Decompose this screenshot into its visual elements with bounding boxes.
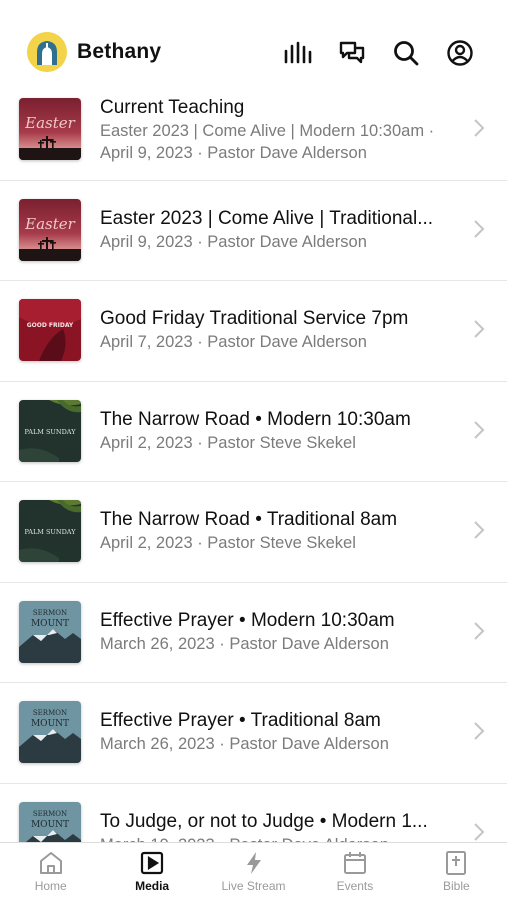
app-header: Bethany	[0, 0, 507, 92]
chevron-right-icon	[473, 721, 485, 746]
bars-icon[interactable]	[279, 34, 317, 72]
item-subtitle: April 7, 2023 · Pastor Dave Alderson	[100, 333, 367, 351]
thumb-sermon-top-text: SERMON	[33, 709, 67, 717]
chevron-right-icon	[473, 420, 485, 445]
thumb-goodfriday-text: GOOD FRIDAY	[27, 322, 74, 329]
thumb-sermon-bottom-text: MOUNT	[31, 719, 69, 729]
tab-label: Live Stream	[221, 879, 286, 893]
brand[interactable]: Bethany	[27, 32, 161, 72]
list-item[interactable]: PALM SUNDAY The Narrow Road • Traditiona…	[0, 482, 507, 583]
item-title: Good Friday Traditional Service 7pm	[100, 308, 409, 329]
chevron-right-icon	[473, 621, 485, 646]
chevron-right-icon	[473, 520, 485, 545]
calendar-icon	[343, 852, 366, 874]
list-item[interactable]: SERMON MOUNT Effective Prayer • Modern 1…	[0, 583, 507, 683]
profile-icon[interactable]	[441, 34, 479, 72]
tab-label: Home	[34, 879, 67, 893]
tab-bible[interactable]: Bible	[406, 843, 507, 900]
item-title: The Narrow Road • Traditional 8am	[100, 509, 398, 530]
item-title: The Narrow Road • Modern 10:30am	[100, 408, 411, 430]
chevron-right-icon	[473, 118, 485, 143]
item-subtitle: March 19, 2023 · Pastor Dave Alderson	[100, 834, 460, 843]
item-title: Current Teaching	[100, 97, 245, 118]
item-subtitle: March 26, 2023 · Pastor Dave Alderson	[100, 634, 389, 653]
bottom-tab-bar: Home Media Live Stream Events Bible	[0, 842, 507, 900]
church-logo	[27, 32, 67, 72]
thumb-sermon-top-text: SERMON	[33, 810, 67, 818]
palm-sunday-thumbnail: PALM SUNDAY	[19, 500, 81, 562]
thumb-palmsunday-text: PALM SUNDAY	[24, 428, 76, 436]
palm-sunday-thumbnail: PALM SUNDAY	[19, 399, 81, 462]
item-title: Effective Prayer • Modern 10:30am	[100, 609, 395, 631]
tab-events[interactable]: Events	[304, 843, 405, 900]
chat-icon[interactable]	[333, 34, 371, 72]
thumb-sermon-bottom-text: MOUNT	[31, 619, 69, 629]
easter-thumbnail: Easter	[19, 98, 81, 160]
search-icon[interactable]	[387, 34, 425, 72]
item-subtitle-secondary: April 9, 2023 · Pastor Dave Alderson	[100, 144, 367, 162]
chevron-right-icon	[473, 319, 485, 344]
tab-label: Media	[135, 879, 170, 893]
sermon-mount-thumbnail: SERMON MOUNT	[19, 600, 81, 663]
list-item[interactable]: SERMON MOUNT Effective Prayer • Traditio…	[0, 683, 507, 784]
chevron-right-icon	[473, 822, 485, 843]
item-title: To Judge, or not to Judge • Modern 1...	[100, 810, 428, 832]
item-subtitle: April 2, 2023 · Pastor Steve Skekel	[100, 433, 356, 452]
home-icon	[39, 852, 62, 874]
easter-thumbnail: Easter	[19, 198, 81, 261]
list-item[interactable]: GOOD FRIDAY Good Friday Traditional Serv…	[0, 281, 507, 382]
list-item[interactable]: Easter Easter 2023 | Come Alive | Tradit…	[0, 181, 507, 281]
media-list: Easter Current Teaching Easter 2023 | Co…	[0, 80, 507, 842]
bible-icon	[446, 851, 467, 875]
sermon-mount-thumbnail: SERMON MOUNT	[19, 801, 81, 842]
tab-label: Events	[336, 879, 374, 893]
media-play-icon	[141, 851, 164, 875]
item-title: Easter 2023 | Come Alive | Traditional..…	[100, 207, 434, 229]
thumb-sermon-top-text: SERMON	[33, 609, 67, 617]
thumb-easter-text: Easter	[24, 215, 75, 233]
item-subtitle: April 2, 2023 · Pastor Steve Skekel	[100, 534, 356, 552]
lightning-icon	[246, 852, 261, 874]
thumb-easter-text: Easter	[24, 114, 75, 132]
app-name: Bethany	[77, 40, 162, 63]
good-friday-thumbnail: GOOD FRIDAY	[19, 299, 81, 361]
thumb-palmsunday-text: PALM SUNDAY	[24, 528, 76, 536]
item-subtitle: Easter 2023 | Come Alive | Modern 10:30a…	[100, 122, 435, 140]
item-title: Effective Prayer • Traditional 8am	[100, 710, 381, 731]
list-item[interactable]: Easter Current Teaching Easter 2023 | Co…	[0, 80, 507, 181]
list-item[interactable]: PALM SUNDAY The Narrow Road • Modern 10:…	[0, 382, 507, 482]
item-subtitle: April 9, 2023 · Pastor Dave Alderson	[100, 232, 367, 251]
thumb-sermon-bottom-text: MOUNT	[31, 820, 69, 830]
tab-media[interactable]: Media	[101, 843, 202, 900]
sermon-mount-thumbnail: SERMON MOUNT	[19, 701, 81, 763]
tab-label: Bible	[442, 879, 470, 893]
item-subtitle: March 26, 2023 · Pastor Dave Alderson	[100, 735, 389, 753]
tab-home[interactable]: Home	[0, 843, 101, 900]
chevron-right-icon	[473, 219, 485, 244]
list-item[interactable]: SERMON MOUNT To Judge, or not to Judge •…	[0, 784, 507, 843]
tab-live-stream[interactable]: Live Stream	[203, 843, 304, 900]
